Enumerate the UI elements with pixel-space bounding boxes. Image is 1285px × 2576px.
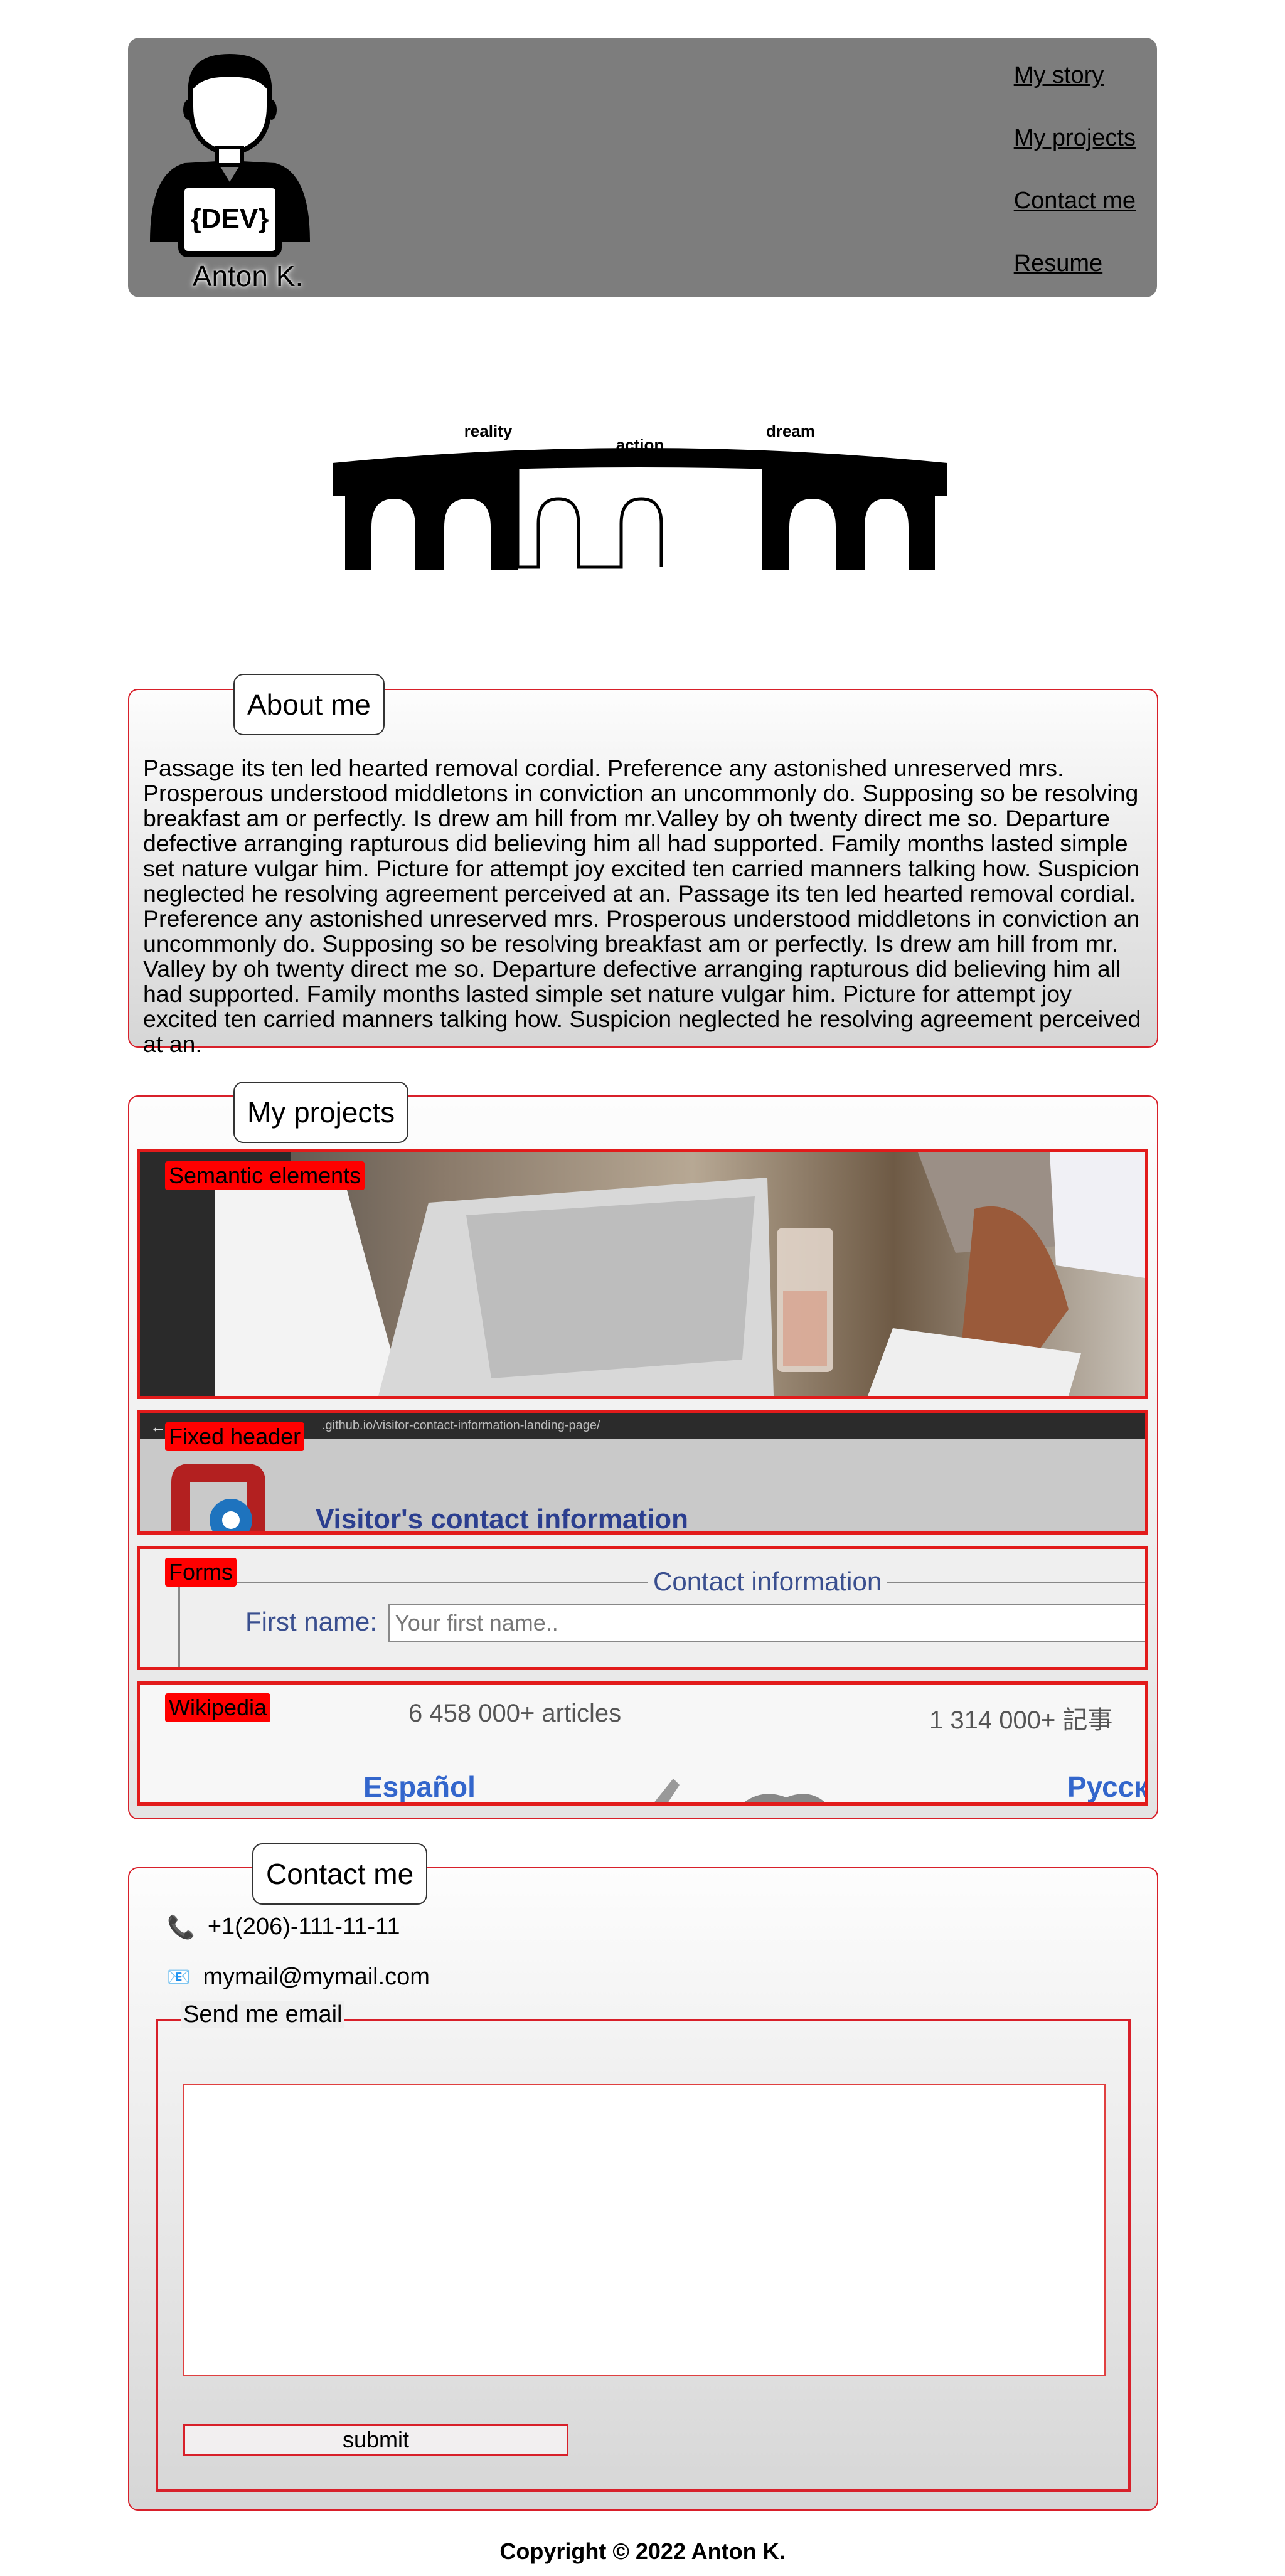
projects-section: My projects Semantic elements ← .github.… bbox=[128, 1082, 1158, 1819]
phone-icon: 📞 bbox=[167, 1913, 195, 1940]
location-pin-icon bbox=[171, 1464, 265, 1531]
avatar-badge-text: {DEV} bbox=[191, 203, 269, 234]
nav-my-projects[interactable]: My projects bbox=[1014, 124, 1136, 187]
bridge-label-dream: dream bbox=[766, 422, 815, 440]
project-card-semantic-elements[interactable]: Semantic elements bbox=[137, 1149, 1148, 1399]
wiki-right-lang: Русск bbox=[1067, 1770, 1148, 1803]
project-label: Wikipedia bbox=[165, 1693, 271, 1722]
contact-title: Contact me bbox=[252, 1843, 428, 1905]
project-card-wikipedia[interactable]: 6 458 000+ articles 1 314 000+ 記事 Españo… bbox=[137, 1681, 1148, 1806]
send-email-form: Send me email submit bbox=[156, 2001, 1131, 2492]
wiki-left-count: 6 458 000+ articles bbox=[408, 1700, 622, 1727]
project-card-fixed-header[interactable]: ← .github.io/visitor-contact-information… bbox=[137, 1410, 1148, 1535]
phone-row: 📞 +1(206)-111-11-11 bbox=[167, 1913, 400, 1940]
nav-my-story[interactable]: My story bbox=[1014, 61, 1136, 124]
message-textarea[interactable] bbox=[183, 2084, 1106, 2376]
send-email-legend: Send me email bbox=[181, 2001, 345, 2028]
project-label: Semantic elements bbox=[165, 1161, 365, 1190]
project-label: Forms bbox=[165, 1558, 237, 1587]
browser-url: .github.io/visitor-contact-information-l… bbox=[322, 1418, 600, 1432]
back-arrow-icon: ← bbox=[150, 1417, 166, 1436]
site-header: {DEV} Anton K. My story My projects Cont… bbox=[128, 38, 1157, 297]
bridge-illustration: reality action dream bbox=[333, 422, 947, 570]
avatar: {DEV} Anton K. bbox=[147, 53, 313, 292]
wiki-right-count: 1 314 000+ 記事 bbox=[929, 1706, 1113, 1734]
project-label: Fixed header bbox=[165, 1422, 305, 1451]
developer-avatar-icon: {DEV} bbox=[150, 53, 310, 257]
project-card-forms[interactable]: Contact information First name: Your fir… bbox=[137, 1546, 1148, 1670]
about-title: About me bbox=[233, 674, 385, 735]
nav-resume[interactable]: Resume bbox=[1014, 250, 1136, 312]
email-row: 📧 mymail@mymail.com bbox=[167, 1964, 430, 1991]
bridge-label-action: action bbox=[616, 435, 664, 454]
email-icon: 📧 bbox=[167, 1967, 191, 1988]
about-text: Passage its ten led hearted removal cord… bbox=[143, 755, 1141, 1057]
form-preview-label: First name: bbox=[245, 1607, 378, 1636]
contact-section: Contact me 📞 +1(206)-111-11-11 📧 mymail@… bbox=[128, 1843, 1158, 2511]
about-section: About me Passage its ten led hearted rem… bbox=[128, 674, 1158, 1056]
fixed-header-heading: Visitor's contact information bbox=[316, 1504, 688, 1535]
wiki-left-lang: Español bbox=[363, 1770, 476, 1803]
nav-contact-me[interactable]: Contact me bbox=[1014, 187, 1136, 250]
email-address[interactable]: mymail@mymail.com bbox=[203, 1964, 430, 1991]
footer-copyright: Copyright © 2022 Anton K. bbox=[499, 2538, 786, 2564]
form-preview-input: Your first name.. bbox=[388, 1604, 1145, 1642]
author-name: Anton K. bbox=[192, 260, 304, 292]
main-nav: My story My projects Contact me Resume bbox=[1014, 61, 1136, 312]
submit-button[interactable]: submit bbox=[183, 2424, 568, 2456]
phone-number[interactable]: +1(206)-111-11-11 bbox=[208, 1913, 400, 1940]
wiki-puzzle-image bbox=[654, 1779, 826, 1802]
form-preview-legend: Contact information bbox=[648, 1567, 887, 1597]
bridge-label-reality: reality bbox=[464, 422, 513, 440]
projects-title: My projects bbox=[233, 1082, 409, 1143]
